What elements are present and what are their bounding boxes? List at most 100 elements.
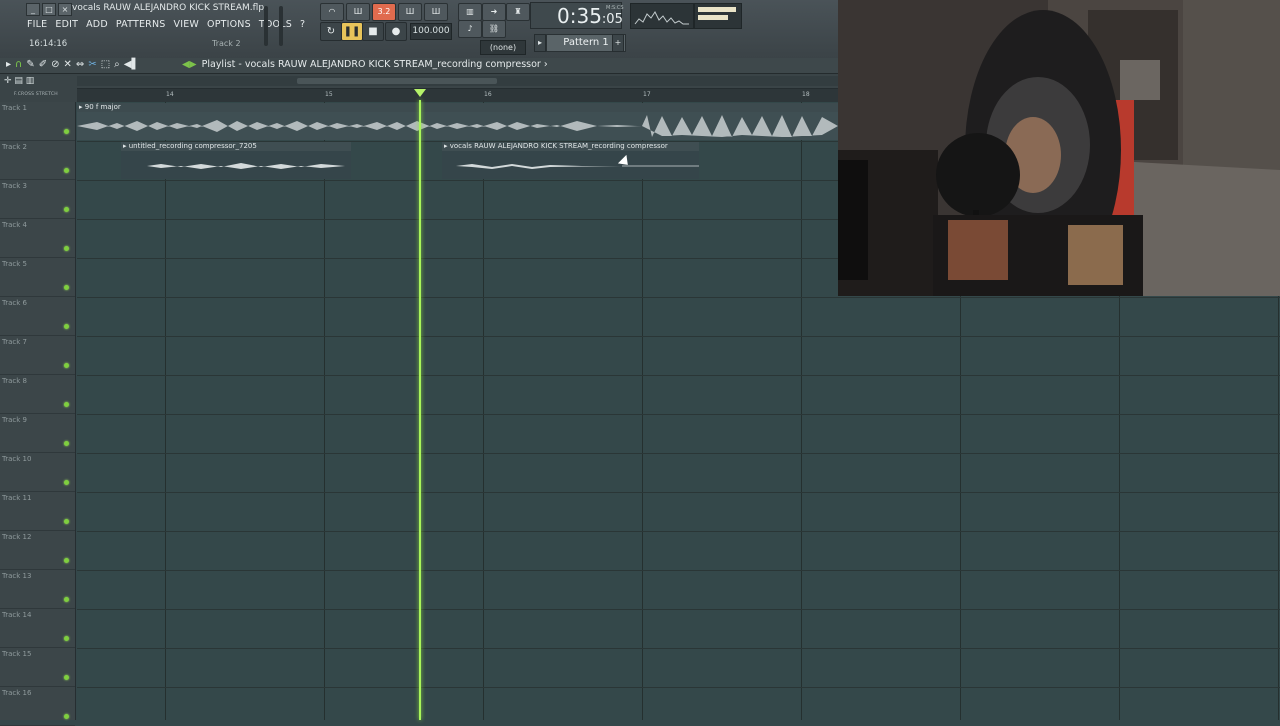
ruler-tick-17: 17 (643, 91, 651, 98)
close-button[interactable]: × (58, 3, 72, 16)
menu-edit[interactable]: EDIT (55, 19, 78, 30)
pattern-add-button[interactable]: + (612, 34, 624, 52)
track-header-11[interactable]: Track 11 (0, 492, 75, 531)
playlist-title-text: Playlist - vocals RAUW ALEJANDRO KICK ST… (201, 59, 548, 70)
track-divider (77, 609, 1280, 610)
hint-track: Track 2 (212, 39, 241, 48)
playback-icon[interactable]: ◀▌ (124, 59, 139, 70)
snap-select[interactable]: (none) (480, 40, 526, 55)
link-icon[interactable]: ⛓ (482, 20, 506, 38)
menu-view[interactable]: VIEW (174, 19, 200, 30)
mixer-icon[interactable]: ♜ (506, 3, 530, 21)
mute-icon[interactable]: ✕ (64, 59, 72, 70)
menu-file[interactable]: FILE (27, 19, 47, 30)
track-header-5[interactable]: Track 5 (0, 258, 75, 297)
countdown-value: 3.2 (377, 7, 391, 16)
track-mute-led[interactable] (64, 168, 69, 173)
track-zoom-controls[interactable]: ✛ ▤ ▥ (4, 76, 34, 86)
ruler-tick-16: 16 (484, 91, 492, 98)
zoom-icon[interactable]: ⌕ (114, 59, 120, 70)
track-header-4[interactable]: Track 4 (0, 219, 75, 258)
minimize-button[interactable]: _ (26, 3, 40, 16)
slice-icon[interactable]: ✂ (88, 59, 96, 70)
tempo-display[interactable]: 100.000 (410, 23, 452, 40)
track-label: Track 3 (2, 182, 27, 190)
restore-button[interactable]: □ (42, 3, 56, 16)
metronome-icon[interactable]: ◠ (320, 3, 344, 21)
pause-icon[interactable]: ❚❚ (341, 22, 363, 41)
track-mute-led[interactable] (64, 636, 69, 641)
playlist-title: ◀▶ Playlist - vocals RAUW ALEJANDRO KICK … (182, 59, 548, 70)
track-label: Track 6 (2, 299, 27, 307)
ruler-tick-18: 18 (802, 91, 810, 98)
magnet-icon[interactable]: ∩ (15, 59, 22, 70)
pencil-icon[interactable]: ✎ (26, 59, 34, 70)
track-label: Track 10 (2, 455, 32, 463)
menu-help[interactable]: ? (300, 19, 305, 30)
track-header-10[interactable]: Track 10 (0, 453, 75, 492)
menu-add[interactable]: ADD (86, 19, 108, 30)
clock-sub: :05 (601, 12, 623, 27)
track-mute-led[interactable] (64, 558, 69, 563)
master-pitch-slider[interactable] (279, 6, 283, 46)
typing-keyboard-icon[interactable]: ▥ (458, 3, 482, 21)
arrow-icon[interactable]: ➜ (482, 3, 506, 21)
loop-mode-icon[interactable]: ↻ (320, 22, 342, 41)
track-header-9[interactable]: Track 9 (0, 414, 75, 453)
menu-options[interactable]: OPTIONS (207, 19, 251, 30)
track-mute-led[interactable] (64, 402, 69, 407)
track-mute-led[interactable] (64, 207, 69, 212)
waveform-icon (456, 164, 699, 169)
hint-time: 16:14:16 (29, 39, 68, 49)
brush-icon[interactable]: ✐ (39, 59, 47, 70)
countdown-toggle[interactable]: 3.2 (372, 3, 396, 21)
track-mute-led[interactable] (64, 597, 69, 602)
record-icon[interactable]: ● (385, 22, 407, 41)
ruler-tick-14: 14 (166, 91, 174, 98)
track-mute-led[interactable] (64, 675, 69, 680)
track-mute-led[interactable] (64, 714, 69, 719)
track-mute-led[interactable] (64, 363, 69, 368)
track-header-2[interactable]: Track 2 (0, 141, 75, 180)
clip-body (121, 151, 351, 179)
overview-thumb[interactable] (297, 78, 497, 84)
stop-icon[interactable]: ■ (362, 22, 384, 41)
playhead-marker[interactable] (414, 89, 426, 97)
menu-patterns[interactable]: PATTERNS (116, 19, 166, 30)
track-mute-led[interactable] (64, 480, 69, 485)
select-icon[interactable]: ⬚ (101, 59, 110, 70)
track-mute-led[interactable] (64, 285, 69, 290)
track-mute-led[interactable] (64, 324, 69, 329)
track-header-7[interactable]: Track 7 (0, 336, 75, 375)
track-mute-led[interactable] (64, 129, 69, 134)
pattern-prev-button[interactable]: ▸ (534, 34, 546, 52)
master-volume-slider[interactable] (264, 6, 268, 46)
track-label: Track 15 (2, 650, 32, 658)
delete-icon[interactable]: ⊘ (51, 59, 59, 70)
track-header-1[interactable]: Track 1 (0, 102, 75, 141)
wait-icon[interactable]: Ш (346, 3, 370, 21)
track-header-8[interactable]: Track 8 (0, 375, 75, 414)
loop-record-icon[interactable]: Ш (424, 3, 448, 21)
track-header-3[interactable]: Track 3 (0, 180, 75, 219)
track-header-6[interactable]: Track 6 (0, 297, 75, 336)
track-mute-led[interactable] (64, 441, 69, 446)
track-mute-led[interactable] (64, 246, 69, 251)
timeline-ruler[interactable]: 14 15 16 17 18 (77, 88, 838, 103)
track-header-12[interactable]: Track 12 (0, 531, 75, 570)
track-header-14[interactable]: Track 14 (0, 609, 75, 648)
track-divider (77, 570, 1280, 571)
track-mute-led[interactable] (64, 519, 69, 524)
track-header-16[interactable]: Track 16 (0, 687, 75, 726)
slip-icon[interactable]: ⇔ (76, 59, 84, 70)
track-divider (77, 453, 1280, 454)
blend-notes-icon[interactable]: Ш (398, 3, 422, 21)
playlist-overview-scrollbar[interactable] (77, 76, 838, 86)
bar-line (801, 102, 802, 720)
playlist-menu-arrow-icon[interactable]: ▸ (6, 59, 11, 70)
track-header-15[interactable]: Track 15 (0, 648, 75, 687)
track-header-13[interactable]: Track 13 (0, 570, 75, 609)
step-edit-icon[interactable]: ♪ (458, 20, 482, 38)
playhead[interactable] (419, 100, 421, 720)
clock-main: 0:35 (557, 4, 602, 28)
